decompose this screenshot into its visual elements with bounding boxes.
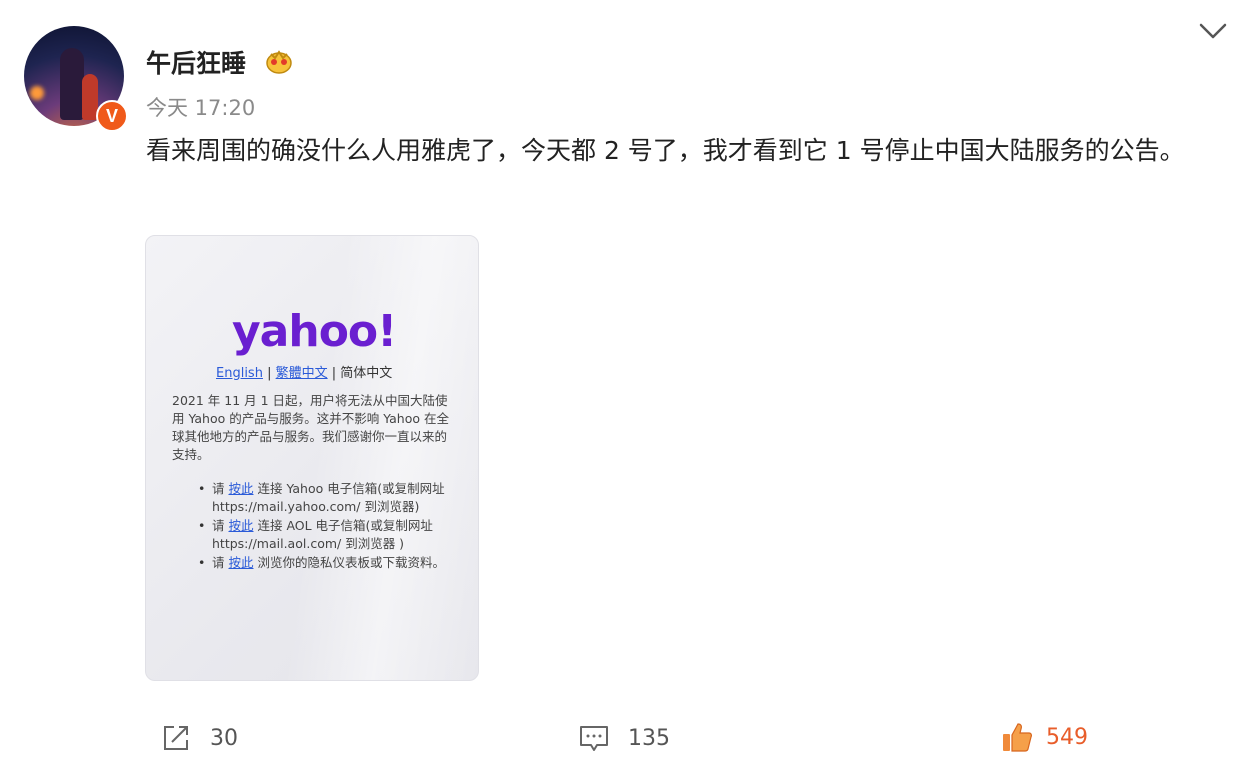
chevron-down-icon[interactable]	[1198, 20, 1228, 42]
post-image[interactable]: yahoo! English | 繁體中文 | 简体中文 2021 年 11 月…	[145, 235, 479, 681]
bullet-text: 浏览你的隐私仪表板或下载资料。	[253, 555, 445, 570]
username[interactable]: 午后狂睡	[146, 44, 246, 80]
comment-icon	[580, 726, 608, 751]
like-count: 549	[1046, 724, 1088, 750]
lang-separator: |	[262, 366, 276, 381]
thumbs-up-icon	[1003, 723, 1032, 752]
share-button[interactable]: 30	[160, 722, 238, 754]
bullet-prefix: 请	[212, 555, 229, 570]
comment-count: 135	[628, 725, 670, 751]
list-item: 请 按此 连接 AOL 电子信箱(或复制网址 https://mail.aol.…	[198, 517, 450, 553]
avatar-light	[30, 86, 44, 100]
lang-separator: |	[327, 366, 341, 381]
post-time: 今天 17:20	[146, 96, 256, 120]
bullet-prefix: 请	[212, 481, 229, 496]
language-links: English | 繁體中文 | 简体中文	[216, 362, 392, 381]
verified-badge-label: V	[105, 105, 118, 126]
post-text: 看来周围的确没什么人用雅虎了，今天都 2 号了，我才看到它 1 号停止中国大陆服…	[146, 136, 1185, 165]
lang-traditional-link[interactable]: 繁體中文	[276, 366, 328, 381]
yahoo-logo: yahoo!	[232, 306, 397, 357]
list-item: 请 按此 连接 Yahoo 电子信箱(或复制网址 https://mail.ya…	[198, 480, 450, 516]
bullet-link[interactable]: 按此	[228, 518, 253, 533]
lang-english-link[interactable]: English	[216, 366, 263, 381]
like-button[interactable]: 549	[1000, 720, 1088, 754]
notice-text: 2021 年 11 月 1 日起，用户将无法从中国大陆使用 Yahoo 的产品与…	[172, 393, 449, 462]
avatar-figure-adult	[60, 48, 84, 120]
crown-icon	[266, 50, 292, 74]
list-item: 请 按此 浏览你的隐私仪表板或下载资料。	[198, 554, 450, 572]
bullet-link[interactable]: 按此	[228, 481, 253, 496]
bullet-link[interactable]: 按此	[228, 555, 253, 570]
share-icon	[164, 726, 188, 750]
share-count: 30	[210, 725, 238, 751]
notice-bullets: 请 按此 连接 Yahoo 电子信箱(或复制网址 https://mail.ya…	[198, 480, 450, 573]
bullet-prefix: 请	[212, 518, 229, 533]
verified-badge: V	[96, 100, 128, 132]
lang-simplified: 简体中文	[340, 366, 393, 381]
comment-button[interactable]: 135	[578, 722, 670, 754]
